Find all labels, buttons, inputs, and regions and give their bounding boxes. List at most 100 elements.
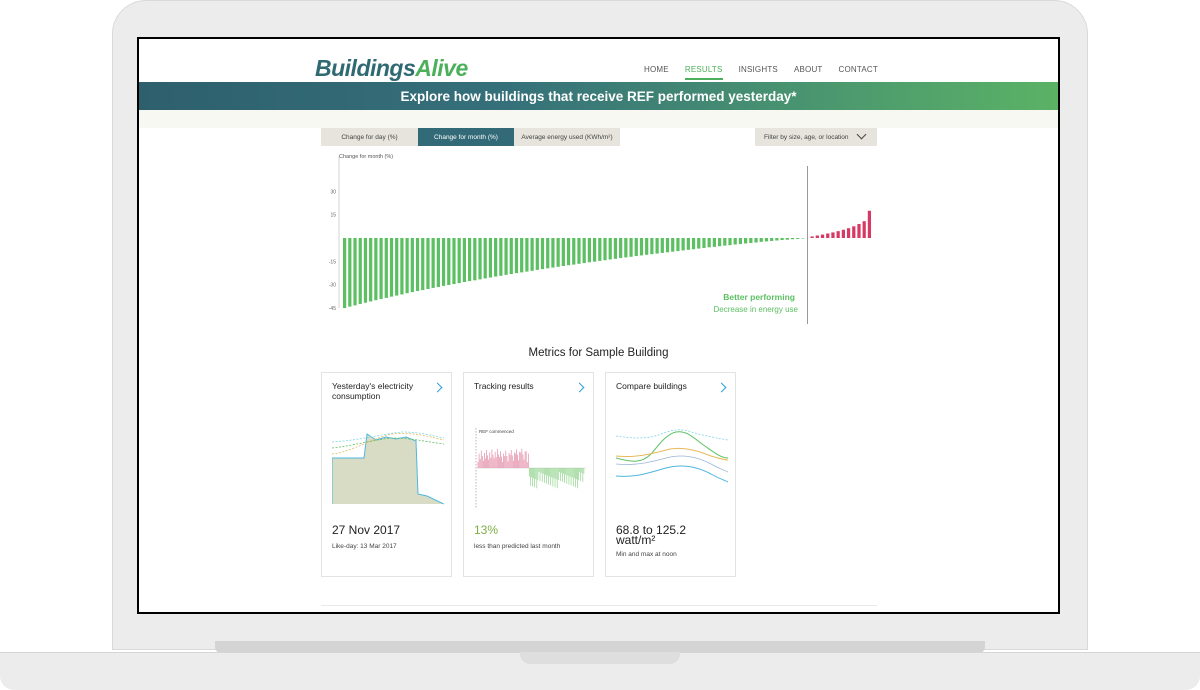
chart-bar[interactable] bbox=[655, 238, 659, 254]
chart-bar[interactable] bbox=[561, 238, 565, 266]
chart-bar[interactable] bbox=[556, 238, 560, 267]
chart-bar[interactable] bbox=[499, 238, 503, 276]
chart-bar[interactable] bbox=[826, 233, 830, 238]
chart-bar[interactable] bbox=[358, 238, 362, 304]
chart-bar[interactable] bbox=[613, 238, 618, 259]
chart-bar[interactable] bbox=[525, 238, 529, 272]
chart-bar[interactable] bbox=[395, 238, 399, 296]
nav-contact[interactable]: CONTACT bbox=[839, 65, 878, 80]
chart-bar[interactable] bbox=[540, 238, 545, 270]
chart-bar[interactable] bbox=[431, 238, 435, 288]
chart-bar[interactable] bbox=[462, 238, 467, 283]
chart-bar[interactable] bbox=[796, 238, 800, 239]
chart-bar[interactable] bbox=[582, 238, 586, 264]
chart-bar[interactable] bbox=[405, 238, 409, 294]
chart-bar[interactable] bbox=[441, 238, 446, 286]
chart-bar[interactable] bbox=[566, 238, 571, 266]
metric-card-electricity[interactable]: Yesterday's electricity consumption 27 N… bbox=[321, 372, 452, 577]
chart-bar[interactable] bbox=[509, 238, 513, 275]
chart-bar[interactable] bbox=[738, 238, 743, 245]
chart-bar[interactable] bbox=[836, 231, 840, 238]
chart-bar[interactable] bbox=[744, 238, 748, 244]
nav-results[interactable]: RESULTS bbox=[684, 65, 723, 80]
chart-bar[interactable] bbox=[478, 238, 482, 280]
chart-bar[interactable] bbox=[733, 238, 737, 245]
chart-bar[interactable] bbox=[369, 238, 373, 302]
chart-bar[interactable] bbox=[852, 226, 856, 238]
chart-bar[interactable] bbox=[353, 238, 357, 306]
chart-bar[interactable] bbox=[629, 238, 633, 257]
filter-dropdown[interactable]: Filter by size, age, or location bbox=[755, 128, 877, 146]
metric-card-compare[interactable]: Compare buildings 68.8 to 125.2 watt/m² … bbox=[605, 372, 736, 577]
chart-bar[interactable] bbox=[447, 238, 451, 285]
chart-bar[interactable] bbox=[831, 232, 835, 238]
nav-home[interactable]: HOME bbox=[644, 65, 669, 80]
chart-bar[interactable] bbox=[592, 238, 597, 262]
chart-bar[interactable] bbox=[473, 238, 477, 281]
chart-bar[interactable] bbox=[754, 238, 758, 243]
chart-bar[interactable] bbox=[343, 238, 347, 308]
chart-bar[interactable] bbox=[426, 238, 430, 290]
chart-bar[interactable] bbox=[389, 238, 394, 297]
chart-bar[interactable] bbox=[841, 229, 845, 238]
chart-bar[interactable] bbox=[410, 238, 414, 293]
chart-bar[interactable] bbox=[384, 238, 388, 298]
chart-bar[interactable] bbox=[810, 236, 814, 238]
chart-bar[interactable] bbox=[780, 238, 784, 241]
chart-bar[interactable] bbox=[483, 238, 487, 279]
chart-bar[interactable] bbox=[421, 238, 425, 291]
chart-bar[interactable] bbox=[665, 238, 670, 253]
chart-bar[interactable] bbox=[697, 238, 701, 249]
chart-bar[interactable] bbox=[587, 238, 591, 263]
chart-bar[interactable] bbox=[702, 238, 706, 248]
chart-bar[interactable] bbox=[546, 238, 550, 269]
chart-bar[interactable] bbox=[707, 238, 711, 248]
chart-bar[interactable] bbox=[634, 238, 638, 257]
chart-bar[interactable] bbox=[712, 238, 716, 247]
chart-bar[interactable] bbox=[764, 238, 769, 242]
chart-bar[interactable] bbox=[608, 238, 612, 260]
brand-logo[interactable]: BuildingsAlive bbox=[315, 55, 468, 82]
nav-insights[interactable]: INSIGHTS bbox=[739, 65, 778, 80]
chart-bar[interactable] bbox=[676, 238, 680, 252]
chart-bar[interactable] bbox=[603, 238, 607, 261]
chart-bar[interactable] bbox=[467, 238, 472, 282]
chart-bar[interactable] bbox=[457, 238, 461, 284]
chart-bar[interactable] bbox=[728, 238, 732, 246]
tab-change-month[interactable]: Change for month (%) bbox=[418, 128, 514, 146]
chart-bar[interactable] bbox=[759, 238, 763, 242]
chart-bar[interactable] bbox=[452, 238, 456, 285]
chart-bar[interactable] bbox=[400, 238, 404, 295]
chart-bar[interactable] bbox=[504, 238, 508, 275]
chart-bar[interactable] bbox=[379, 238, 383, 299]
chart-bar[interactable] bbox=[494, 238, 498, 277]
chart-bar[interactable] bbox=[598, 238, 602, 261]
chart-bar[interactable] bbox=[857, 224, 861, 238]
chart-bar[interactable] bbox=[415, 238, 420, 292]
chart-bar[interactable] bbox=[348, 238, 352, 307]
chart-bar[interactable] bbox=[374, 238, 378, 301]
chart-bar[interactable] bbox=[619, 238, 623, 259]
chart-bar[interactable] bbox=[624, 238, 628, 258]
chart-bar[interactable] bbox=[867, 210, 872, 238]
chart-bar[interactable] bbox=[551, 238, 555, 268]
metric-card-tracking[interactable]: Tracking results REF commenced 13% less … bbox=[463, 372, 594, 577]
chart-bar[interactable] bbox=[775, 238, 779, 241]
chart-bar[interactable] bbox=[577, 238, 581, 264]
tab-change-day[interactable]: Change for day (%) bbox=[321, 128, 418, 146]
chart-bar[interactable] bbox=[436, 238, 440, 287]
chart-bar[interactable] bbox=[572, 238, 576, 265]
chart-bar[interactable] bbox=[639, 238, 644, 256]
chart-bar[interactable] bbox=[686, 238, 690, 250]
chart-bar[interactable] bbox=[785, 238, 789, 240]
chart-bar[interactable] bbox=[815, 235, 819, 238]
chart-bar[interactable] bbox=[660, 238, 664, 253]
chart-bar[interactable] bbox=[363, 238, 368, 303]
chart-bar[interactable] bbox=[535, 238, 539, 270]
chart-bar[interactable] bbox=[645, 238, 649, 255]
chart-bar[interactable] bbox=[723, 238, 727, 246]
chart-bar[interactable] bbox=[650, 238, 654, 255]
chart-bar[interactable] bbox=[691, 238, 696, 250]
chart-bar[interactable] bbox=[530, 238, 534, 271]
chart-bar[interactable] bbox=[749, 238, 753, 243]
